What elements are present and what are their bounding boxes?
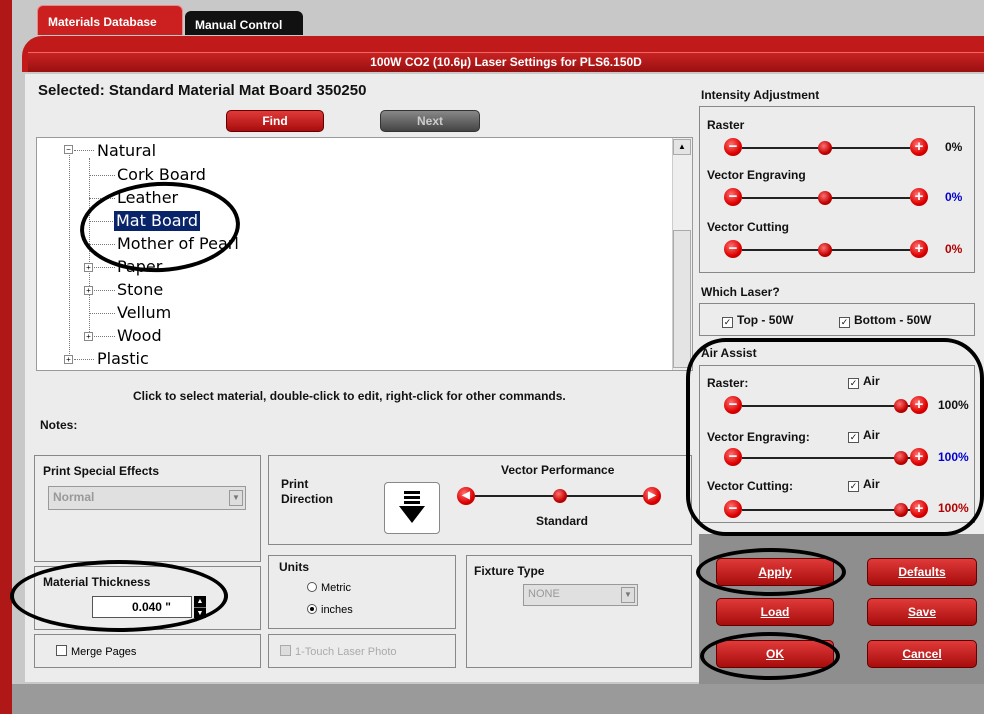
checkbox-icon	[56, 645, 67, 656]
tab-materials-database[interactable]: Materials Database	[37, 5, 183, 35]
cancel-button[interactable]: Cancel	[867, 640, 977, 668]
intensity-cutting-value: 0%	[945, 242, 963, 256]
annotation-circle-apply	[696, 548, 846, 596]
chevron-down-icon[interactable]: ▼	[229, 490, 243, 506]
intensity-engraving-value: 0%	[945, 190, 963, 204]
chevron-down-icon[interactable]: ▼	[621, 587, 635, 603]
intensity-engraving-label: Vector Engraving	[707, 168, 806, 182]
print-effects-label: Print Special Effects	[43, 464, 160, 478]
expand-icon[interactable]: +	[64, 355, 73, 364]
fixture-type-label: Fixture Type	[474, 564, 545, 578]
checkbox-checked-icon: ✓	[722, 317, 733, 328]
plus-icon[interactable]: +	[910, 240, 928, 258]
bottom-strip	[12, 684, 984, 714]
hint-text: Click to select material, double-click t…	[133, 389, 566, 403]
merge-pages-label: Merge Pages	[71, 646, 137, 658]
bottom-laser-label: Bottom - 50W	[854, 313, 932, 327]
print-effects-select[interactable]: Normal ▼	[48, 486, 246, 510]
one-touch-label: 1-Touch Laser Photo	[295, 646, 397, 658]
tree-item-plastic[interactable]: Plastic	[97, 349, 149, 369]
arrow-left-icon[interactable]: ◀	[457, 487, 475, 505]
merge-pages-checkbox[interactable]: Merge Pages	[56, 645, 136, 658]
top-laser-label: Top - 50W	[737, 313, 794, 327]
checkbox-icon	[280, 645, 291, 656]
down-arrow-icon	[399, 491, 425, 523]
minus-icon[interactable]: −	[724, 188, 742, 206]
expand-icon[interactable]: +	[84, 286, 93, 295]
minus-icon[interactable]: −	[724, 138, 742, 156]
vector-performance-label: Vector Performance	[501, 463, 615, 477]
left-border	[0, 0, 12, 714]
bottom-laser-checkbox[interactable]: ✓ Bottom - 50W	[839, 313, 931, 328]
top-laser-checkbox[interactable]: ✓ Top - 50W	[722, 313, 793, 328]
print-direction-label-2: Direction	[281, 492, 334, 506]
intensity-raster-label: Raster	[707, 118, 745, 132]
radio-selected-icon	[307, 604, 317, 614]
tree-item-natural[interactable]: Natural	[97, 141, 156, 161]
which-laser-label: Which Laser?	[701, 285, 780, 299]
one-touch-checkbox[interactable]: 1-Touch Laser Photo	[280, 645, 397, 658]
minus-icon[interactable]: −	[724, 240, 742, 258]
plus-icon[interactable]: +	[910, 138, 928, 156]
units-inches-label: inches	[321, 604, 353, 616]
arrow-right-icon[interactable]: ▶	[643, 487, 661, 505]
tree-item-stone[interactable]: Stone	[117, 280, 163, 300]
selected-material: Selected: Standard Material Mat Board 35…	[38, 82, 367, 99]
load-button[interactable]: Load	[716, 598, 834, 626]
fixture-type-value: NONE	[528, 588, 560, 600]
vector-performance-value: Standard	[536, 514, 589, 528]
intensity-raster-knob[interactable]	[818, 141, 832, 155]
scroll-thumb[interactable]	[673, 230, 691, 368]
save-button[interactable]: Save	[867, 598, 977, 626]
intensity-cutting-label: Vector Cutting	[707, 220, 790, 234]
defaults-button[interactable]: Defaults	[867, 558, 977, 586]
units-metric-label: Metric	[321, 582, 351, 594]
units-inches-radio[interactable]: inches	[307, 604, 353, 616]
annotation-circle-ok	[700, 632, 840, 680]
next-button[interactable]: Next	[380, 110, 480, 132]
expand-icon[interactable]: +	[84, 332, 93, 341]
print-direction-button[interactable]	[384, 482, 440, 534]
plus-icon[interactable]: +	[910, 188, 928, 206]
tree-item-vellum[interactable]: Vellum	[117, 303, 171, 323]
print-direction-label: Print	[281, 477, 309, 491]
checkbox-checked-icon: ✓	[839, 317, 850, 328]
tab-manual-control[interactable]: Manual Control	[185, 11, 303, 35]
intensity-label: Intensity Adjustment	[701, 88, 820, 102]
vector-performance-knob[interactable]	[553, 489, 567, 503]
tree-item-wood[interactable]: Wood	[117, 326, 162, 346]
scroll-up-icon[interactable]: ▲	[673, 139, 691, 155]
intensity-engraving-knob[interactable]	[818, 191, 832, 205]
fixture-type-select[interactable]: NONE ▼	[523, 584, 638, 606]
annotation-circle-thickness	[10, 560, 228, 632]
notes-label: Notes:	[40, 418, 78, 432]
print-effects-value: Normal	[53, 490, 95, 504]
find-button[interactable]: Find	[226, 110, 324, 132]
expand-icon[interactable]: +	[84, 263, 93, 272]
radio-icon	[307, 582, 317, 592]
annotation-circle-air-assist	[686, 338, 984, 536]
intensity-raster-value: 0%	[945, 140, 963, 154]
window-title: 100W CO2 (10.6µ) Laser Settings for PLS6…	[28, 52, 984, 72]
units-label: Units	[279, 560, 309, 574]
units-metric-radio[interactable]: Metric	[307, 582, 351, 594]
collapse-icon[interactable]: −	[64, 145, 73, 154]
intensity-cutting-knob[interactable]	[818, 243, 832, 257]
